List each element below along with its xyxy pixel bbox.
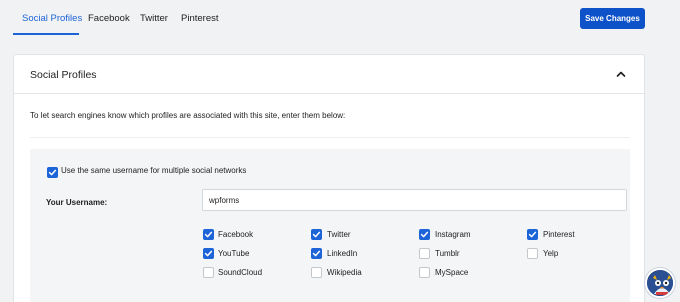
wikipedia-label[interactable]: Wikipedia bbox=[327, 268, 362, 277]
youtube-label[interactable]: YouTube bbox=[218, 249, 249, 258]
linkedin-checkbox[interactable] bbox=[311, 248, 322, 259]
myspace-checkbox[interactable] bbox=[419, 267, 430, 278]
tab-social-profiles[interactable]: Social Profiles bbox=[22, 13, 82, 24]
active-tab-indicator bbox=[13, 33, 79, 35]
mascot-icon bbox=[647, 270, 673, 296]
username-panel: Use the same username for multiple socia… bbox=[30, 149, 630, 302]
tab-pinterest[interactable]: Pinterest bbox=[181, 13, 219, 24]
check-icon bbox=[48, 169, 57, 176]
pinterest-label[interactable]: Pinterest bbox=[543, 230, 575, 239]
same-username-checkbox[interactable] bbox=[47, 167, 58, 178]
youtube-checkbox[interactable] bbox=[203, 248, 214, 259]
username-label: Your Username: bbox=[46, 198, 108, 207]
instagram-label[interactable]: Instagram bbox=[435, 230, 471, 239]
wikipedia-checkbox[interactable] bbox=[311, 267, 322, 278]
chevron-up-icon[interactable] bbox=[614, 67, 628, 81]
twitter-label[interactable]: Twitter bbox=[327, 230, 351, 239]
tumblr-label[interactable]: Tumblr bbox=[435, 249, 460, 258]
yelp-checkbox[interactable] bbox=[527, 248, 538, 259]
facebook-label[interactable]: Facebook bbox=[218, 230, 253, 239]
pinterest-checkbox[interactable] bbox=[527, 229, 538, 240]
tumblr-checkbox[interactable] bbox=[419, 248, 430, 259]
instagram-checkbox[interactable] bbox=[419, 229, 430, 240]
social-profiles-card: Social Profiles To let search engines kn… bbox=[13, 54, 645, 302]
tabs-bar: Social Profiles Facebook Twitter Pintere… bbox=[0, 0, 680, 36]
soundcloud-label[interactable]: SoundCloud bbox=[218, 268, 262, 277]
divider bbox=[30, 137, 630, 138]
tab-twitter[interactable]: Twitter bbox=[140, 13, 168, 24]
myspace-label[interactable]: MySpace bbox=[435, 268, 468, 277]
tab-facebook[interactable]: Facebook bbox=[88, 13, 130, 24]
save-changes-button[interactable]: Save Changes bbox=[580, 8, 645, 29]
check-icon bbox=[312, 250, 321, 257]
username-input[interactable] bbox=[202, 189, 627, 211]
card-title: Social Profiles bbox=[30, 69, 97, 81]
mascot-avatar[interactable] bbox=[645, 268, 675, 298]
intro-text: To let search engines know which profile… bbox=[30, 111, 346, 120]
check-icon bbox=[420, 231, 429, 238]
card-header[interactable]: Social Profiles bbox=[14, 55, 644, 94]
check-icon bbox=[204, 231, 213, 238]
facebook-checkbox[interactable] bbox=[203, 229, 214, 240]
linkedin-label[interactable]: LinkedIn bbox=[327, 249, 357, 258]
same-username-label: Use the same username for multiple socia… bbox=[61, 166, 247, 175]
twitter-checkbox[interactable] bbox=[311, 229, 322, 240]
check-icon bbox=[204, 250, 213, 257]
yelp-label[interactable]: Yelp bbox=[543, 249, 558, 258]
check-icon bbox=[312, 231, 321, 238]
soundcloud-checkbox[interactable] bbox=[203, 267, 214, 278]
check-icon bbox=[528, 231, 537, 238]
